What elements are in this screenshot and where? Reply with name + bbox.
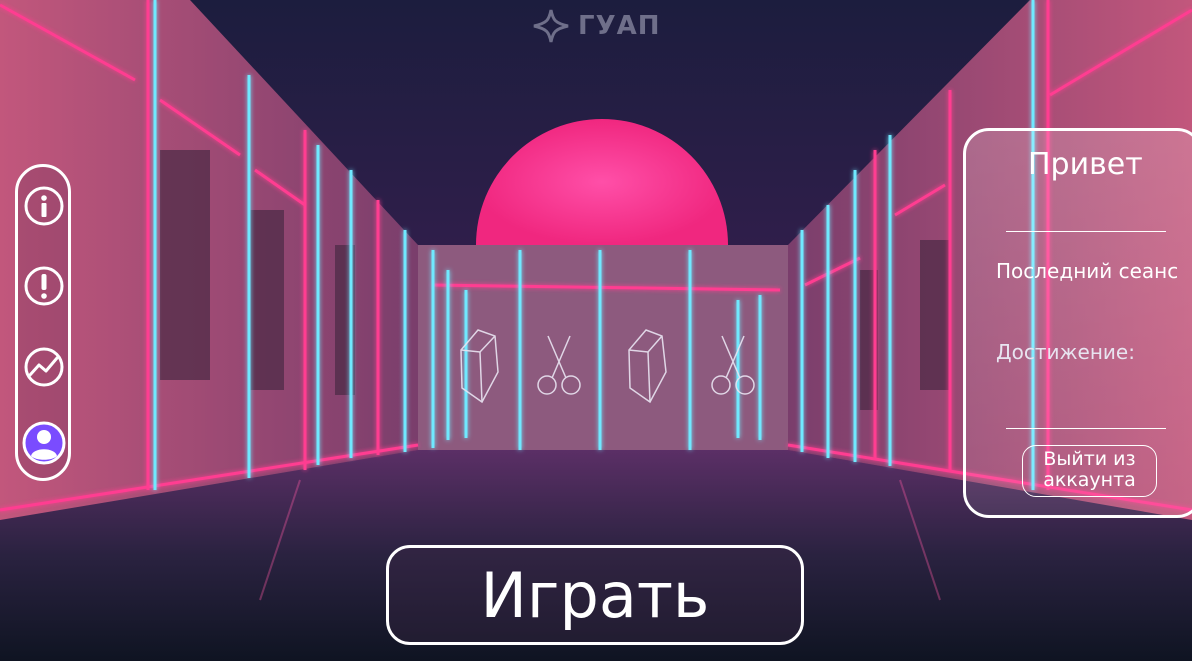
profile-panel: Привет Последний сеанс Достижение: Выйти… — [963, 128, 1192, 518]
stats-button[interactable] — [24, 347, 64, 387]
exclamation-icon — [24, 266, 64, 306]
brand-logo: ГУАП — [532, 8, 661, 44]
play-button[interactable]: Играть — [386, 545, 804, 645]
chart-trend-icon — [24, 347, 64, 387]
star-logo-icon — [533, 9, 569, 43]
achievement-label: Достижение: — [996, 340, 1135, 364]
last-session-label: Последний сеанс — [996, 259, 1179, 283]
greeting-text: Привет — [1028, 147, 1143, 182]
brand-logo-text: ГУАП — [578, 11, 661, 41]
alert-button[interactable] — [24, 266, 64, 306]
info-icon — [24, 186, 64, 226]
info-button[interactable] — [24, 186, 64, 226]
divider — [1006, 428, 1166, 429]
divider — [1006, 231, 1166, 232]
user-icon — [22, 421, 66, 465]
sidebar — [15, 164, 71, 481]
profile-button[interactable] — [22, 421, 66, 465]
logout-button[interactable]: Выйти из аккаунта — [1022, 445, 1157, 497]
